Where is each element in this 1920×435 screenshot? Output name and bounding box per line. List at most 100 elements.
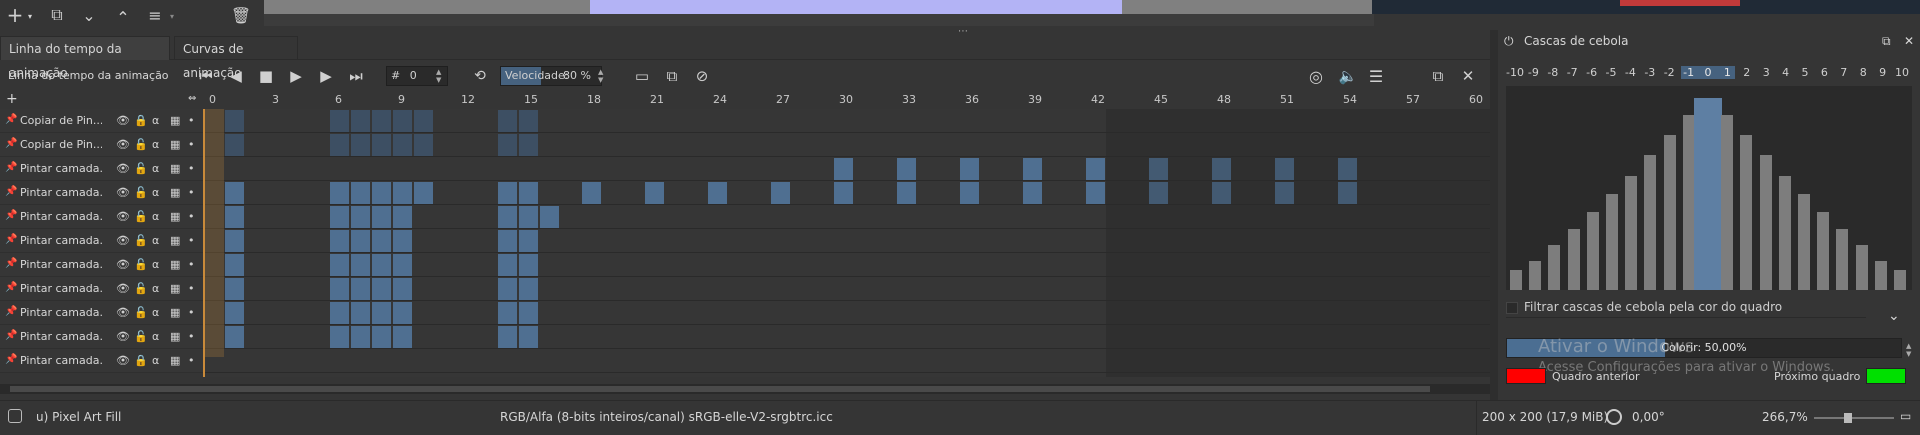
keyframe-cell[interactable] xyxy=(540,206,559,228)
onion-opacity-bar[interactable] xyxy=(1855,245,1868,290)
keyframe-cell[interactable] xyxy=(393,302,412,324)
onion-opacity-bar[interactable] xyxy=(1644,155,1657,290)
onion-frame-number[interactable]: -4 xyxy=(1622,66,1638,79)
pin-icon[interactable]: 📌 xyxy=(5,330,17,341)
visibility-icon[interactable]: 👁 xyxy=(116,210,130,223)
onion-frame-number[interactable]: 4 xyxy=(1778,66,1794,79)
keyframe-cell[interactable] xyxy=(771,182,790,204)
onion-frame-number[interactable]: 0 xyxy=(1694,66,1722,79)
pin-icon[interactable]: 📌 xyxy=(5,282,17,293)
layer-row[interactable]: 📌 Pintar camada... 👁 🔓 α ▦ • xyxy=(0,157,203,181)
keyframe-cell[interactable] xyxy=(393,134,412,156)
keyframe-cell[interactable] xyxy=(414,110,433,132)
onion-skin-toggle-icon[interactable]: ▦ xyxy=(170,354,180,367)
keyframe-cell[interactable] xyxy=(351,254,370,276)
unlock-icon[interactable]: 🔓 xyxy=(134,258,148,271)
keyframe-cell[interactable] xyxy=(393,206,412,228)
current-frame-marker[interactable] xyxy=(203,109,205,377)
onion-opacity-bar[interactable] xyxy=(1721,114,1734,290)
alpha-lock-icon[interactable]: α xyxy=(152,330,159,343)
layer-row[interactable]: 📌 Pintar camada... 👁 🔒 α ▦ • xyxy=(0,349,203,373)
unlock-icon[interactable]: 🔓 xyxy=(134,282,148,295)
keyframe-cell[interactable] xyxy=(225,278,244,300)
onion-opacity-bar[interactable] xyxy=(1798,194,1810,290)
keyframe-cell[interactable] xyxy=(330,110,349,132)
keyframe-cell[interactable] xyxy=(498,302,517,324)
keyframe-cell[interactable] xyxy=(225,206,244,228)
spinner-icon[interactable]: ▲ ▼ xyxy=(1906,342,1911,358)
pin-icon[interactable]: 📌 xyxy=(5,306,17,317)
unlock-icon[interactable]: 🔓 xyxy=(134,234,148,247)
keyframe-cell[interactable] xyxy=(372,302,391,324)
onion-opacity-bar[interactable] xyxy=(1510,269,1522,290)
rotation-icon[interactable] xyxy=(1606,409,1622,425)
checkbox-icon[interactable] xyxy=(1506,301,1518,314)
keyframe-cell[interactable] xyxy=(225,302,244,324)
keyframe-cell[interactable] xyxy=(1212,182,1231,204)
onion-frame-number[interactable]: 7 xyxy=(1836,66,1852,79)
menu-icon[interactable]: ☰ xyxy=(1366,66,1386,86)
first-frame-icon[interactable]: ⏮ xyxy=(196,66,216,86)
keyframe-cell[interactable] xyxy=(519,182,538,204)
pin-keyframe-icon[interactable]: • xyxy=(188,186,195,199)
keyframe-cell[interactable] xyxy=(225,326,244,348)
zoom-slider-handle[interactable] xyxy=(1844,413,1852,423)
onion-opacity-bar[interactable] xyxy=(1586,212,1599,290)
layer-row[interactable]: 📌 Pintar camada... 👁 🔓 α ▦ • xyxy=(0,277,203,301)
keyframe-cell[interactable] xyxy=(393,254,412,276)
onion-opacity-bar[interactable] xyxy=(1625,175,1638,290)
fullscreen-icon[interactable]: ▭ xyxy=(1900,409,1911,423)
pin-keyframe-icon[interactable]: • xyxy=(188,210,195,223)
onion-frame-number[interactable]: -9 xyxy=(1525,66,1541,79)
keyframe-cell[interactable] xyxy=(519,278,538,300)
keyframe-cell[interactable] xyxy=(498,206,517,228)
onion-opacity-bar[interactable] xyxy=(1694,98,1722,290)
keyframe-cell[interactable] xyxy=(330,206,349,228)
unlock-icon[interactable]: 🔓 xyxy=(134,186,148,199)
pin-keyframe-icon[interactable]: • xyxy=(188,258,195,271)
keyframe-cell[interactable] xyxy=(372,254,391,276)
onion-frame-number[interactable]: -5 xyxy=(1603,66,1619,79)
keyframe-cell[interactable] xyxy=(330,230,349,252)
keyframe-cell[interactable] xyxy=(498,230,517,252)
onion-opacity-bar[interactable] xyxy=(1759,155,1772,290)
unlock-icon[interactable]: 🔓 xyxy=(134,210,148,223)
keyframe-cell[interactable] xyxy=(414,134,433,156)
keyframe-cell[interactable] xyxy=(225,254,244,276)
onion-opacity-bar[interactable] xyxy=(1817,212,1830,290)
onion-skin-toggle-icon[interactable]: ▦ xyxy=(170,330,180,343)
onion-frame-number[interactable]: -8 xyxy=(1545,66,1561,79)
alpha-lock-icon[interactable]: α xyxy=(152,114,159,127)
alpha-lock-icon[interactable]: α xyxy=(152,162,159,175)
sync-audio-icon[interactable]: ⟲ xyxy=(470,66,490,86)
visibility-icon[interactable]: 👁 xyxy=(116,306,130,319)
chevron-up-icon[interactable]: ⌃ xyxy=(110,4,136,30)
play-icon[interactable]: ▶ xyxy=(286,66,306,86)
onion-opacity-bar[interactable] xyxy=(1894,269,1906,290)
filter-checkbox[interactable]: Filtrar cascas de cebola pela cor do qua… xyxy=(1506,300,1782,314)
trash-icon[interactable]: 🗑 xyxy=(228,2,254,28)
keyframe-cell[interactable] xyxy=(225,230,244,252)
onion-opacity-bar[interactable] xyxy=(1606,194,1618,290)
onion-frame-number[interactable]: 3 xyxy=(1758,66,1774,79)
tab-timeline[interactable]: Linha do tempo da animação xyxy=(0,36,170,80)
onion-frame-number[interactable]: -7 xyxy=(1564,66,1580,79)
keyframe-cell[interactable] xyxy=(351,182,370,204)
keyframe-cell[interactable] xyxy=(393,278,412,300)
speed-spinner-icon[interactable]: ▲ ▼ xyxy=(598,68,603,84)
keyframe-cell[interactable] xyxy=(1086,182,1105,204)
docker-splitter[interactable] xyxy=(1490,30,1498,400)
dropdown-arrow-icon[interactable]: ▾ xyxy=(170,12,174,21)
layer-row[interactable]: 📌 Pintar camada... 👁 🔓 α ▦ • xyxy=(0,253,203,277)
keyframe-cell[interactable] xyxy=(330,326,349,348)
close-icon[interactable]: ✕ xyxy=(1458,66,1478,86)
unlock-icon[interactable]: 🔓 xyxy=(134,162,148,175)
pin-icon[interactable]: 📌 xyxy=(5,210,17,221)
current-frame-column[interactable] xyxy=(203,109,224,357)
onion-skin-toggle-icon[interactable]: ▦ xyxy=(170,258,180,271)
pin-keyframe-icon[interactable]: • xyxy=(188,234,195,247)
close-icon[interactable]: ✕ xyxy=(1904,34,1914,48)
keyframe-cell[interactable] xyxy=(372,206,391,228)
onion-frame-number[interactable]: -2 xyxy=(1661,66,1677,79)
keyframe-cell[interactable] xyxy=(645,182,664,204)
